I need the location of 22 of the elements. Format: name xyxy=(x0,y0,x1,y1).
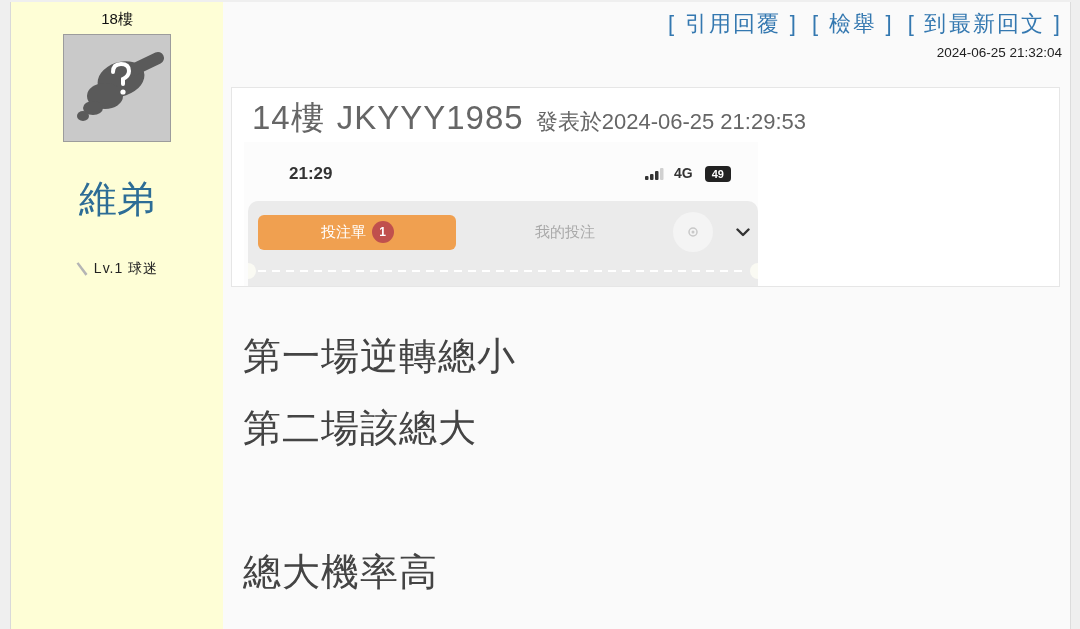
chevron-down-icon xyxy=(736,227,750,237)
status-time: 21:29 xyxy=(289,162,333,185)
signal-icon xyxy=(645,167,666,180)
user-rank: Lv.1 球迷 xyxy=(93,259,159,278)
post-timestamp: 2024-06-25 21:32:04 xyxy=(935,44,1063,62)
action-link[interactable]: [ 檢舉 ] xyxy=(812,10,894,38)
quote-posted-time: 發表於2024-06-25 21:29:53 xyxy=(535,108,806,136)
battery-level: 49 xyxy=(704,165,731,182)
post-text-line: 總大機率高 xyxy=(243,550,439,595)
floor-number: 18樓 xyxy=(101,9,133,29)
action-link[interactable]: [ 引用回覆 ] xyxy=(668,10,799,38)
username: 維弟 xyxy=(79,177,155,222)
post-text-line: 第二場該總大 xyxy=(243,406,478,451)
target-icon xyxy=(673,212,713,252)
post-text-line: 第一場逆轉總小 xyxy=(243,334,517,379)
quote-floor: 14樓 xyxy=(252,98,325,138)
count-badge: 1 xyxy=(371,221,394,243)
pencil-icon xyxy=(75,261,88,276)
network-label: 4G xyxy=(674,164,693,183)
quote-author: JKYYY1985 xyxy=(336,98,524,138)
tab-button[interactable]: 投注單 1 xyxy=(258,214,456,250)
action-link[interactable]: [ 到最新回文 ] xyxy=(907,10,1062,38)
